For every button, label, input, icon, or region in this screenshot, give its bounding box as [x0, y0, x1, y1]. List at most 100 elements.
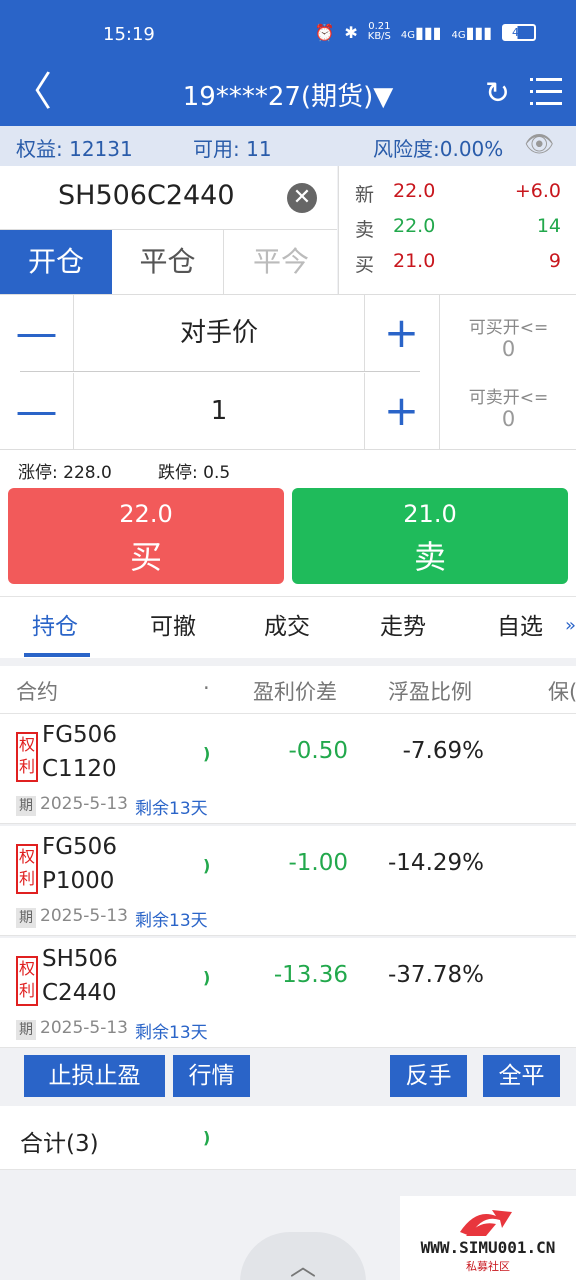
- refresh-icon[interactable]: ↻: [485, 76, 510, 111]
- tab-filled[interactable]: 成交: [264, 607, 310, 641]
- contract-line2: C1120: [42, 756, 117, 782]
- profit-diff: -0.50: [288, 738, 348, 764]
- price-plus-button[interactable]: +: [364, 295, 438, 371]
- sell-price: 21.0: [403, 500, 457, 528]
- days-remaining: 剩余13天: [135, 911, 208, 931]
- pull-up-handle[interactable]: ︿: [240, 1232, 366, 1280]
- positions-header: 合约 · 盈利价差 浮盈比例 保(: [0, 666, 576, 714]
- signal-icon: 4G▮▮▮: [400, 22, 442, 42]
- watermark-url: WWW.SIMU001.CN: [420, 1238, 556, 1257]
- days-remaining: 剩余13天: [135, 799, 208, 819]
- sell-label: 卖: [413, 538, 446, 576]
- symbol-code: SH506C2440: [58, 180, 235, 211]
- action-bar: 止损止盈 行情 反手 全平: [0, 1048, 576, 1106]
- order-entry: — 对手价 + — 1 + 可买开<= 0 可卖开<= 0: [0, 294, 576, 451]
- buy-button[interactable]: 22.0 买: [8, 488, 284, 584]
- status-icons: ⏰ ✱ 0.21 KB/S 4G▮▮▮ 4G▮▮▮ 45: [314, 22, 536, 42]
- reverse-button[interactable]: 反手: [390, 1055, 467, 1097]
- status-dot: ): [203, 856, 211, 875]
- eye-icon[interactable]: 👁: [524, 130, 554, 158]
- col-ratio: 浮盈比例: [388, 680, 472, 704]
- tab-close-today[interactable]: 平今: [225, 230, 337, 294]
- clear-icon[interactable]: ✕: [287, 183, 317, 213]
- quote-row-bid: 买 21.0 9: [355, 250, 561, 276]
- buy-price: 22.0: [119, 500, 173, 528]
- price-stepper: — 对手价 +: [0, 295, 438, 371]
- col-contract: 合约: [16, 680, 58, 704]
- contract-line1: FG506: [42, 834, 117, 860]
- equity-bar: 权益: 12131 可用: 11 风险度:0.00% 👁: [0, 126, 576, 166]
- tab-open[interactable]: 开仓: [0, 230, 112, 294]
- more-tabs-icon[interactable]: »: [565, 615, 576, 636]
- net-speed: 0.21 KB/S: [367, 21, 391, 42]
- contract-line1: SH506: [42, 946, 118, 972]
- status-dot: ): [203, 968, 211, 987]
- period-badge: 期: [16, 796, 36, 816]
- expiry-date: 2025-5-13: [40, 794, 128, 814]
- watermark: WWW.SIMU001.CN 私募社区: [400, 1196, 576, 1280]
- can-sell-label: 可卖开<=: [468, 388, 549, 408]
- can-buy-label: 可买开<=: [468, 318, 549, 338]
- quote-row-ask: 卖 22.0 14: [355, 215, 561, 241]
- price-limits: 涨停: 228.0 跌停: 0.5: [0, 450, 576, 486]
- col-extra: 保(: [548, 680, 576, 704]
- status-dot: ): [203, 1128, 211, 1147]
- table-row[interactable]: 权利 FG506 C1120 ) -0.50 -7.69% 期 2025-5-1…: [0, 714, 576, 824]
- battery-icon: 45: [502, 23, 536, 41]
- table-row[interactable]: 权利 FG506 P1000 ) -1.00 -14.29% 期 2025-5-…: [0, 826, 576, 936]
- close-all-button[interactable]: 全平: [483, 1055, 560, 1097]
- equity-value: 权益: 12131: [16, 137, 133, 161]
- app-header: 〈 19****27(期货)▼ ↻: [0, 68, 576, 126]
- market-button[interactable]: 行情: [173, 1055, 250, 1097]
- contract-line2: C2440: [42, 980, 117, 1006]
- position-tabs: 持仓 可撤 成交 走势 自选 »: [0, 596, 576, 658]
- status-dot: ): [203, 744, 211, 763]
- limit-down: 跌停: 0.5: [158, 463, 231, 483]
- limit-up: 涨停: 228.0: [18, 463, 112, 483]
- chevron-up-icon: ︿: [289, 1252, 316, 1280]
- divider: [20, 371, 420, 372]
- quantity-input[interactable]: 1: [74, 373, 364, 449]
- profit-ratio: -14.29%: [388, 850, 484, 876]
- quote-panel: 新 22.0 +6.0 卖 22.0 14 买 21.0 9: [338, 166, 576, 294]
- watermark-sub: 私募社区: [466, 1260, 510, 1273]
- profit-diff: -1.00: [288, 850, 348, 876]
- watermark-logo: [460, 1210, 512, 1236]
- total-label: 合计(3): [20, 1131, 99, 1157]
- tab-watchlist[interactable]: 自选: [497, 607, 543, 641]
- sell-button[interactable]: 21.0 卖: [292, 488, 568, 584]
- expiry-date: 2025-5-13: [40, 906, 128, 926]
- menu-icon[interactable]: [530, 76, 562, 106]
- profit-ratio: -7.69%: [402, 738, 484, 764]
- bluetooth-icon: ✱: [344, 22, 358, 42]
- price-minus-button[interactable]: —: [0, 295, 74, 371]
- contract-line2: P1000: [42, 868, 115, 894]
- option-tag: 权利: [16, 844, 38, 894]
- col-diff: 盈利价差: [253, 680, 337, 704]
- period-badge: 期: [16, 908, 36, 928]
- open-close-tabs: 开仓 平仓 平今: [0, 230, 337, 294]
- quantity-plus-button[interactable]: +: [364, 373, 438, 449]
- option-tag: 权利: [16, 732, 38, 782]
- tab-cancelable[interactable]: 可撤: [150, 607, 196, 641]
- buy-label: 买: [129, 538, 162, 576]
- days-remaining: 剩余13天: [135, 1023, 208, 1043]
- status-bar: 15:19 ⏰ ✱ 0.21 KB/S 4G▮▮▮ 4G▮▮▮ 45: [0, 0, 576, 68]
- tab-positions[interactable]: 持仓: [32, 607, 78, 641]
- trade-buttons: 22.0 买 21.0 卖: [0, 486, 576, 596]
- stoploss-button[interactable]: 止损止盈: [24, 1055, 165, 1097]
- profit-diff: -13.36: [273, 962, 348, 988]
- tab-trend[interactable]: 走势: [380, 607, 426, 641]
- symbol-input[interactable]: SH506C2440 ✕: [0, 166, 337, 230]
- status-time: 15:19: [103, 24, 155, 45]
- profit-ratio: -37.78%: [388, 962, 484, 988]
- quantity-minus-button[interactable]: —: [0, 373, 74, 449]
- price-type[interactable]: 对手价: [74, 295, 364, 371]
- table-row[interactable]: 权利 SH506 C2440 ) -13.36 -37.78% 期 2025-5…: [0, 938, 576, 1048]
- available-value: 可用: 11: [193, 137, 272, 161]
- quantity-stepper: — 1 +: [0, 373, 438, 449]
- option-tag: 权利: [16, 956, 38, 1006]
- tab-close[interactable]: 平仓: [112, 230, 224, 294]
- can-buy-value: 0: [501, 337, 516, 361]
- total-row: 合计(3) ): [0, 1106, 576, 1170]
